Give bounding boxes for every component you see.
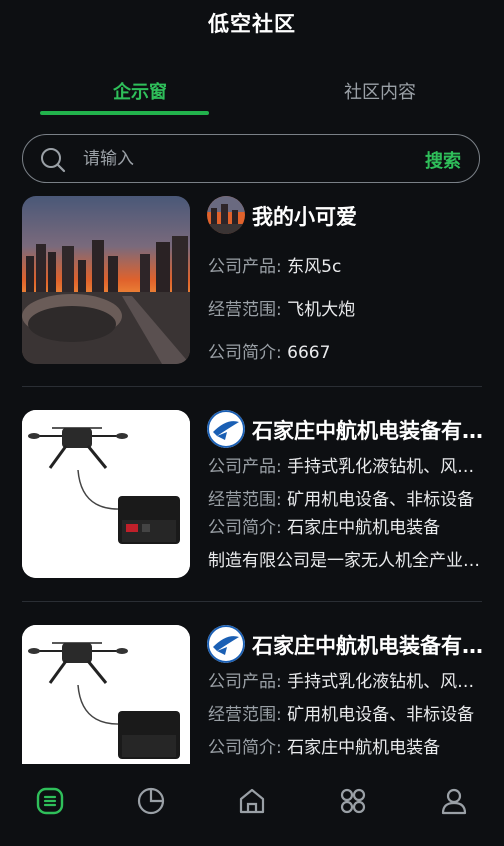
home-icon[interactable] bbox=[235, 784, 269, 818]
page-title: 低空社区 bbox=[208, 12, 296, 36]
list-item[interactable]: 石家庄中航机电装备有限公司 公司产品: 手持式乳化液钻机、风动钻机 经营范围: … bbox=[0, 410, 504, 600]
company-avatar bbox=[207, 196, 245, 234]
intro-value: 石家庄中航机电装备 bbox=[287, 518, 441, 538]
company-list: 我的小可爱 公司产品: 东风5c 经营范围: 飞机大炮 公司简介: 6667 石… bbox=[0, 196, 504, 764]
list-icon[interactable] bbox=[33, 784, 67, 818]
company-image bbox=[22, 196, 190, 364]
company-intro: 公司简介: 石家庄中航机电装备 制造有限公司是一家无人机全产业链企业 bbox=[208, 512, 484, 578]
company-intro: 公司简介: 石家庄中航机电装备 bbox=[208, 733, 484, 758]
company-scope: 经营范围: 飞机大炮 bbox=[208, 295, 484, 320]
intro-value: 石家庄中航机电装备 bbox=[287, 738, 441, 758]
tab-community-content[interactable]: 社区内容 bbox=[280, 78, 480, 104]
intro-label: 公司简介: bbox=[208, 518, 288, 538]
product-label: 公司产品: bbox=[208, 257, 288, 277]
company-name: 石家庄中航机电装备有限公司 bbox=[252, 634, 484, 658]
scope-value: 飞机大炮 bbox=[287, 300, 356, 320]
product-label: 公司产品: bbox=[208, 457, 288, 477]
active-tab-indicator bbox=[40, 111, 209, 115]
search-input[interactable] bbox=[81, 145, 405, 173]
intro-label: 公司简介: bbox=[208, 343, 288, 363]
airline-logo bbox=[207, 410, 245, 448]
company-product: 公司产品: 手持式乳化液钻机、风动钻机 bbox=[208, 452, 484, 477]
list-item[interactable]: 石家庄中航机电装备有限公司 公司产品: 手持式乳化液钻机、风动钻机 经营范围: … bbox=[0, 625, 504, 764]
tab-bar: 企示窗 社区内容 bbox=[0, 78, 504, 118]
user-icon[interactable] bbox=[437, 784, 471, 818]
list-item[interactable]: 我的小可爱 公司产品: 东风5c 经营范围: 飞机大炮 公司简介: 6667 bbox=[0, 196, 504, 386]
bottom-tab-bar bbox=[0, 764, 504, 846]
airline-logo bbox=[207, 625, 245, 663]
company-product: 公司产品: 手持式乳化液钻机、风动钻机 bbox=[208, 667, 484, 692]
search-bar: 搜索 bbox=[22, 134, 480, 183]
company-image bbox=[22, 410, 190, 578]
company-scope: 经营范围: 矿用机电设备、非标设备 bbox=[208, 700, 484, 725]
product-value: 手持式乳化液钻机、风动钻机 bbox=[287, 457, 484, 477]
scope-label: 经营范围: bbox=[208, 490, 288, 510]
company-intro: 公司简介: 6667 bbox=[208, 338, 484, 363]
scope-value: 矿用机电设备、非标设备 bbox=[287, 490, 475, 510]
search-button[interactable]: 搜索 bbox=[425, 147, 461, 173]
company-name: 我的小可爱 bbox=[252, 205, 357, 229]
product-value: 东风5c bbox=[287, 257, 342, 277]
intro-value: 6667 bbox=[287, 343, 331, 363]
company-product: 公司产品: 东风5c bbox=[208, 252, 484, 277]
scope-value: 矿用机电设备、非标设备 bbox=[287, 705, 475, 725]
divider bbox=[22, 386, 482, 387]
company-image bbox=[22, 625, 190, 764]
company-name: 石家庄中航机电装备有限公司 bbox=[252, 419, 484, 443]
company-scope: 经营范围: 矿用机电设备、非标设备 bbox=[208, 485, 484, 510]
divider bbox=[22, 601, 482, 602]
search-icon bbox=[41, 148, 66, 173]
scope-label: 经营范围: bbox=[208, 705, 288, 725]
scope-label: 经营范围: bbox=[208, 300, 288, 320]
intro-label: 公司简介: bbox=[208, 738, 288, 758]
product-value: 手持式乳化液钻机、风动钻机 bbox=[287, 672, 484, 692]
tab-showcase[interactable]: 企示窗 bbox=[40, 78, 240, 104]
intro-value-continued: 制造有限公司是一家无人机全产业链企业 bbox=[208, 551, 484, 571]
product-label: 公司产品: bbox=[208, 672, 288, 692]
apps-icon[interactable] bbox=[336, 784, 370, 818]
pie-chart-icon[interactable] bbox=[134, 784, 168, 818]
